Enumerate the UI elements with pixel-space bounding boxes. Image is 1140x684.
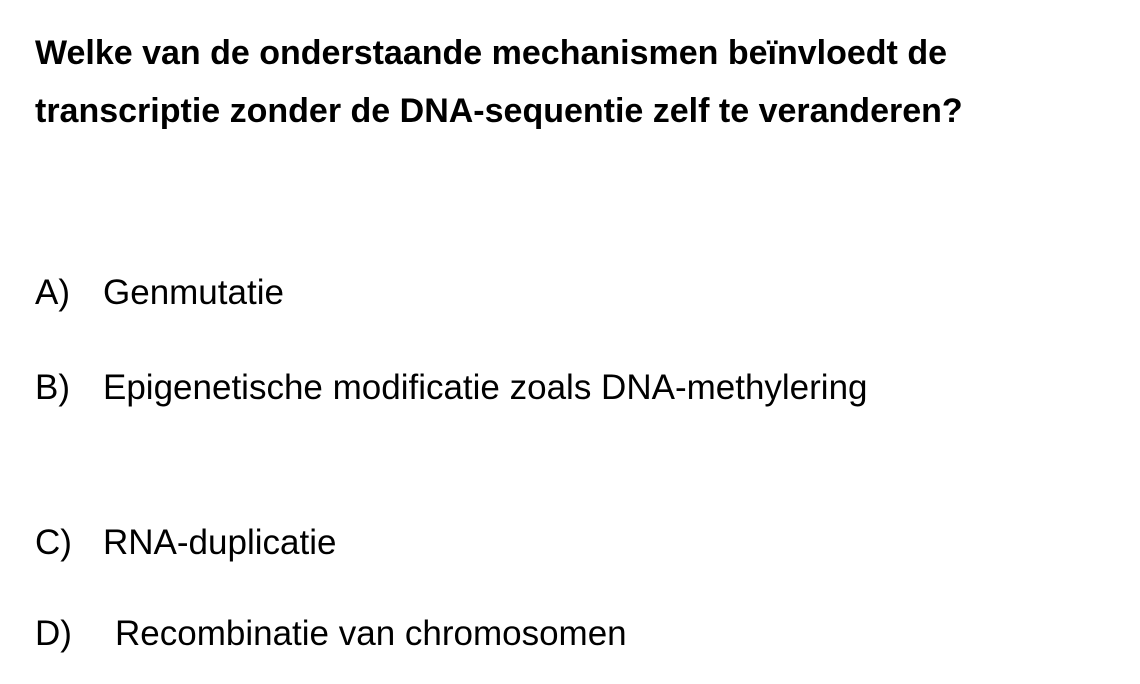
option-text: Recombinatie van chromosomen — [115, 614, 627, 653]
option-c: C) RNA-duplicatie — [35, 523, 336, 563]
option-a: A) Genmutatie — [35, 273, 284, 313]
question-line-1: Welke van de onderstaande mechanismen be… — [35, 34, 947, 72]
option-letter: C) — [35, 523, 72, 562]
option-letter: D) — [35, 614, 72, 653]
option-b: B) Epigenetische modificatie zoals DNA-me… — [35, 368, 868, 408]
option-text: Genmutatie — [103, 273, 284, 312]
option-letter: A) — [35, 273, 70, 312]
option-letter: B) — [35, 368, 70, 407]
question-line-2: transcriptie zonder de DNA-sequentie zel… — [35, 92, 963, 130]
option-text: Epigenetische modificatie zoals DNA-meth… — [103, 368, 868, 407]
question-text: Welke van de onderstaande mechanismen be… — [35, 24, 963, 140]
option-d: D) Recombinatie van chromosomen — [35, 614, 627, 654]
option-text: RNA-duplicatie — [103, 523, 337, 562]
